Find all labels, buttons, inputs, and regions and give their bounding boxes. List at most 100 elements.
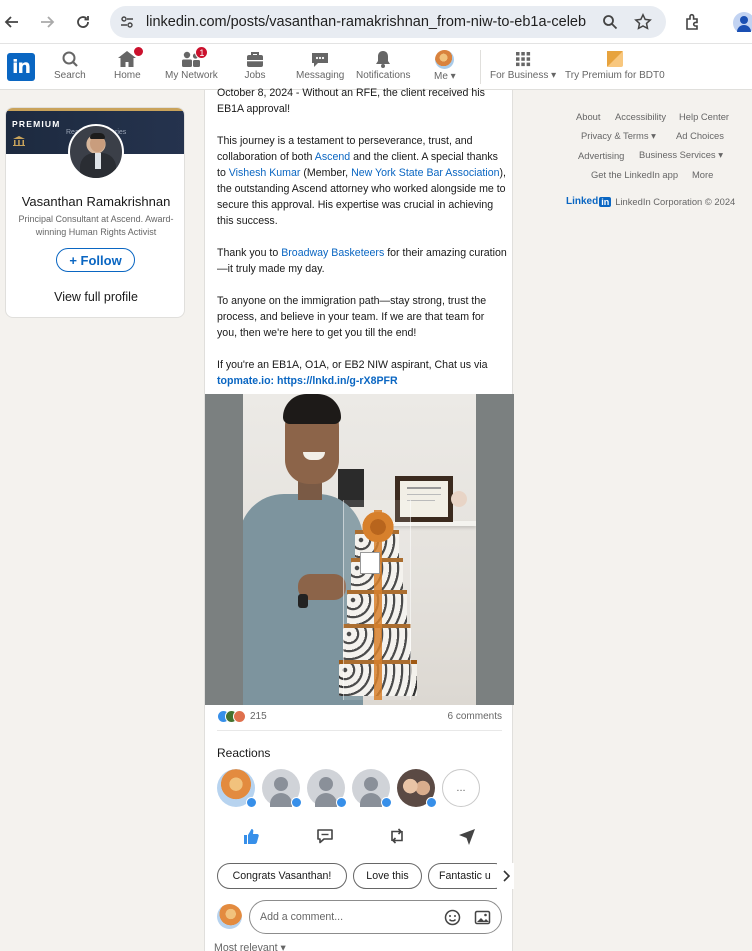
mention-nysba[interactable]: New York State Bar Association xyxy=(351,167,499,179)
site-settings-icon[interactable] xyxy=(119,14,135,33)
address-bar[interactable]: linkedin.com/posts/vasanthan-ramakrishna… xyxy=(110,6,666,38)
text-span: (Member, xyxy=(300,167,352,179)
social-counts: 215 6 comments xyxy=(217,710,502,724)
user-avatar xyxy=(217,904,242,929)
thumbs-up-icon xyxy=(244,829,259,844)
footer-link[interactable]: More xyxy=(692,169,713,180)
follow-button[interactable]: + Follow xyxy=(56,248,135,272)
repost-icon xyxy=(391,828,403,844)
nav-messaging[interactable]: Messaging xyxy=(296,50,344,81)
extensions-icon[interactable] xyxy=(683,12,703,35)
nav-my-network-label: My Network xyxy=(165,70,218,81)
mention-broadway-basketeers[interactable]: Broadway Basketeers xyxy=(281,247,384,259)
chevron-right-icon[interactable] xyxy=(497,863,514,889)
linkedin-logo[interactable]: in xyxy=(7,53,35,81)
footer-link[interactable]: Privacy & Terms ▾ xyxy=(581,130,656,142)
footer-link[interactable]: Get the LinkedIn app xyxy=(591,169,678,180)
profile-card: PREMIUM Read Client Stories Vasanthan Ra… xyxy=(5,107,185,318)
nav-search-label: Search xyxy=(54,70,86,81)
profile-name[interactable]: Vasanthan Ramakrishnan xyxy=(6,194,184,209)
view-full-profile-link[interactable]: View full profile xyxy=(6,290,184,304)
reactor-avatar[interactable] xyxy=(217,769,257,808)
image-icon[interactable] xyxy=(474,909,491,929)
forward-icon[interactable] xyxy=(35,10,59,34)
reactor-avatar[interactable] xyxy=(307,769,347,808)
nav-search[interactable]: Search xyxy=(54,50,86,81)
back-icon[interactable] xyxy=(0,10,24,34)
nav-try-premium[interactable]: Try Premium for BDT0 xyxy=(565,50,665,81)
comment-composer: Add a comment... xyxy=(217,900,507,934)
comment-input[interactable]: Add a comment... xyxy=(249,900,502,934)
nav-for-business-label: For Business ▾ xyxy=(490,70,557,81)
text-span: If you're an EB1A, O1A, or EB2 NIW aspir… xyxy=(217,359,488,371)
search-icon xyxy=(59,50,81,68)
footer-link[interactable]: Business Services ▾ xyxy=(639,149,723,161)
post-photo xyxy=(243,394,476,705)
url-text: linkedin.com/posts/vasanthan-ramakrishna… xyxy=(146,14,586,30)
sort-comments-dropdown[interactable]: Most relevant ▾ xyxy=(214,942,286,951)
repost-button[interactable] xyxy=(384,823,410,849)
reactor-avatar[interactable] xyxy=(352,769,392,808)
reactor-avatar[interactable] xyxy=(262,769,302,808)
mention-ascend[interactable]: Ascend xyxy=(315,151,350,163)
messaging-icon xyxy=(309,50,331,68)
me-avatar xyxy=(435,50,455,69)
footer-link[interactable]: Accessibility xyxy=(615,111,666,122)
nav-my-network[interactable]: 1 My Network xyxy=(165,46,218,81)
mention-vishesh-kumar[interactable]: Vishesh Kumar xyxy=(229,167,301,179)
nav-home-label: Home xyxy=(114,70,141,81)
nav-me-label: Me ▾ xyxy=(434,71,456,82)
post-paragraph: Thank you to Broadway Basketeers for the… xyxy=(217,245,507,277)
footer-copyright: Linked in LinkedIn Corporation © 2024 xyxy=(566,196,735,207)
topmate-link[interactable]: topmate.io: https://lnkd.in/g-rX8PFR xyxy=(217,375,398,387)
reactor-avatar[interactable] xyxy=(397,769,437,808)
zoom-icon[interactable] xyxy=(602,14,618,33)
nav-notifications[interactable]: Notifications xyxy=(356,50,410,81)
premium-icon xyxy=(604,50,626,68)
reaction-count[interactable]: 215 xyxy=(250,711,267,722)
more-reactors-button[interactable]: ... xyxy=(442,769,480,807)
nav-messaging-label: Messaging xyxy=(296,70,345,81)
grid-icon xyxy=(512,50,534,68)
footer-link[interactable]: About xyxy=(576,111,601,122)
suggestion-chip[interactable]: Love this xyxy=(353,863,422,889)
like-badge-icon xyxy=(291,797,302,808)
comment-button[interactable] xyxy=(312,823,338,849)
like-badge-icon xyxy=(426,797,437,808)
send-icon xyxy=(459,829,475,845)
post-paragraph: This journey is a testament to persevera… xyxy=(217,133,507,229)
reload-icon[interactable] xyxy=(71,10,95,34)
emoji-icon[interactable] xyxy=(444,909,461,929)
reactions-heading: Reactions xyxy=(217,746,271,760)
nav-for-business[interactable]: For Business ▾ xyxy=(490,50,556,81)
like-badge-icon xyxy=(246,797,257,808)
people-icon: 1 xyxy=(180,46,209,68)
linkedin-wordmark: Linked xyxy=(566,196,599,207)
nav-me[interactable]: Me ▾ xyxy=(434,50,456,82)
footer-link[interactable]: Ad Choices xyxy=(676,130,724,141)
home-icon xyxy=(116,46,145,68)
linkedin-nav: in Search Home 1 My Network Jobs Messagi… xyxy=(0,44,752,90)
comments-count[interactable]: 6 comments xyxy=(448,711,502,722)
post-paragraph: October 8, 2024 - Without an RFE, the cl… xyxy=(217,87,485,115)
divider xyxy=(217,730,502,731)
linkedin-in-mark: in xyxy=(599,196,612,207)
nav-jobs[interactable]: Jobs xyxy=(244,50,266,81)
footer-link[interactable]: Help Center xyxy=(679,111,729,122)
profile-avatar[interactable] xyxy=(68,124,124,180)
footer-link[interactable]: Advertising xyxy=(578,150,624,161)
browser-profile-icon[interactable] xyxy=(733,12,752,32)
suggestion-chip[interactable]: Congrats Vasanthan! xyxy=(217,863,347,889)
bookmark-star-icon[interactable] xyxy=(634,13,652,34)
institution-icon xyxy=(12,135,26,146)
post-actions xyxy=(205,823,514,849)
comment-suggestions: Congrats Vasanthan! Love this Fantastic … xyxy=(217,863,514,889)
post-image[interactable] xyxy=(205,394,514,705)
like-button[interactable] xyxy=(238,823,264,849)
copyright-text: LinkedIn Corporation © 2024 xyxy=(615,196,736,207)
nav-home[interactable]: Home xyxy=(114,46,145,81)
nav-notifications-label: Notifications xyxy=(356,70,411,81)
suggestion-chip[interactable]: Fantastic u xyxy=(428,863,508,889)
comment-icon xyxy=(317,829,333,844)
send-button[interactable] xyxy=(454,823,480,849)
